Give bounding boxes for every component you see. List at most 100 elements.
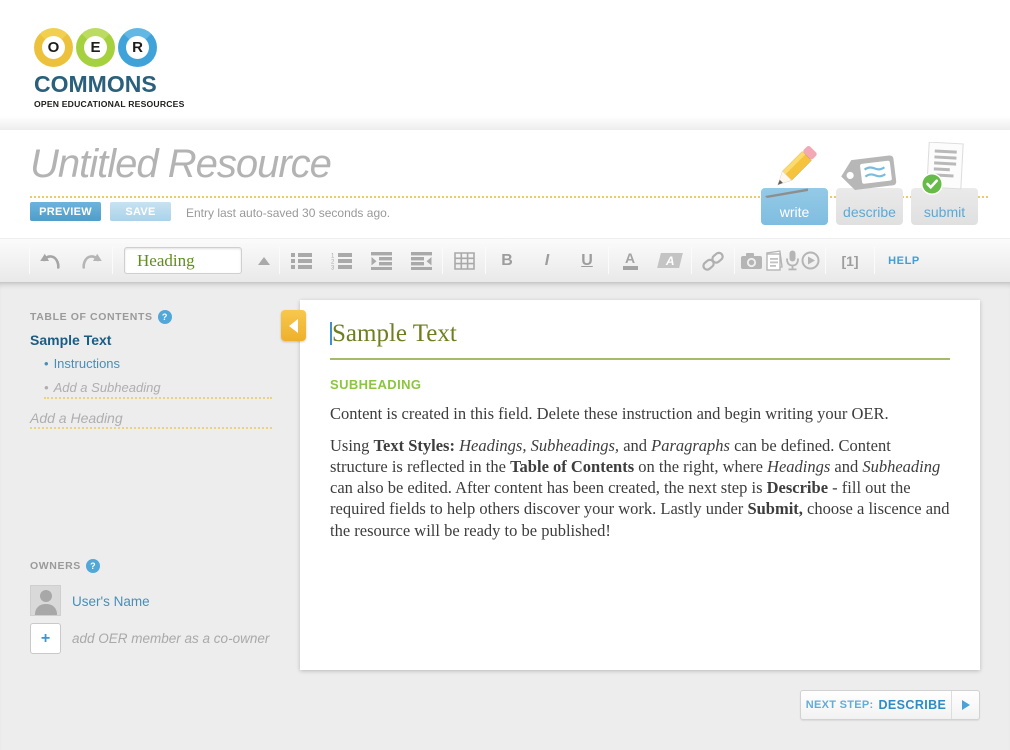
toolbar-separator [29, 247, 30, 274]
outdent-icon [411, 252, 432, 270]
text-style-dropdown[interactable]: Heading [124, 247, 242, 274]
toolbar-separator [874, 247, 875, 274]
logo-ring-r: R [118, 28, 157, 67]
text-styles-icon: A [657, 253, 683, 268]
next-step-label: NEXT STEP: DESCRIBE [801, 691, 951, 719]
logo-rings: O E R [34, 28, 174, 67]
add-co-owner-label: add OER member as a co-owner [72, 631, 269, 646]
site-header: O E R COMMONS OPEN EDUCATIONAL RESOURCES [0, 0, 1010, 130]
logo-tagline: OPEN EDUCATIONAL RESOURCES [34, 99, 174, 109]
text-style-dropdown-arrow[interactable] [250, 239, 278, 283]
text-color-icon: A [623, 252, 638, 270]
link-icon [702, 251, 724, 271]
owners-help-icon[interactable]: ? [86, 559, 100, 573]
toolbar-separator [734, 247, 735, 274]
triangle-right-icon [962, 700, 970, 710]
oer-commons-logo[interactable]: O E R COMMONS OPEN EDUCATIONAL RESOURCES [34, 28, 174, 109]
toolbar-separator [442, 247, 443, 274]
main-content-area: TABLE OF CONTENTS ? Sample Text Instruct… [0, 283, 1010, 750]
bullet-list-button[interactable] [281, 239, 321, 283]
logo-letter: O [48, 39, 60, 56]
editor-heading[interactable]: Sample Text [330, 320, 950, 360]
text-color-button[interactable]: A [610, 239, 650, 283]
indent-icon [371, 252, 392, 270]
toc-dotted-divider [30, 427, 272, 429]
play-video-icon [801, 251, 820, 270]
title-bar: Untitled Resource PREVIEW SAVE Entry las… [0, 130, 1010, 238]
undo-button[interactable] [31, 239, 71, 283]
toolbar-separator [691, 247, 692, 274]
redo-button[interactable] [71, 239, 111, 283]
toc-item-instructions[interactable]: Instructions [44, 356, 120, 371]
editor-panel[interactable]: Sample Text SUBHEADING Content is create… [300, 300, 980, 670]
outdent-button[interactable] [401, 239, 441, 283]
help-button[interactable]: HELP [876, 239, 932, 283]
editor-paragraph[interactable]: Using Text Styles: Headings, Subheadings… [330, 435, 950, 541]
editor-toolbar: Heading 1 2 3 [0, 238, 1010, 283]
owners-section-heading: OWNERS ? [30, 559, 100, 573]
save-button[interactable]: SAVE [110, 202, 171, 221]
toc-item-sample-text[interactable]: Sample Text [30, 332, 111, 348]
toolbar-separator [485, 247, 486, 274]
undo-icon [40, 253, 62, 269]
logo-ring-o: O [34, 28, 73, 67]
text-style-value: Heading [137, 251, 195, 271]
numbered-list-button[interactable]: 1 2 3 [321, 239, 361, 283]
editor-subheading[interactable]: SUBHEADING [330, 377, 950, 392]
owner-name-link[interactable]: User's Name [72, 594, 150, 609]
table-grid-icon [454, 252, 475, 270]
indent-button[interactable] [361, 239, 401, 283]
toolbar-separator [608, 247, 609, 274]
text-styles-button[interactable]: A [650, 239, 690, 283]
toc-heading-label: TABLE OF CONTENTS [30, 311, 153, 323]
next-step-button[interactable]: NEXT STEP: DESCRIBE [800, 690, 980, 720]
triangle-up-icon [258, 257, 270, 265]
next-step-arrow-segment[interactable] [951, 691, 979, 719]
svg-text:3: 3 [331, 265, 335, 270]
toc-section-heading: TABLE OF CONTENTS ? [30, 310, 172, 324]
owners-heading-label: OWNERS [30, 560, 81, 572]
toc-help-icon[interactable]: ? [158, 310, 172, 324]
logo-letter: E [90, 39, 100, 56]
underline-button[interactable]: U [567, 239, 607, 283]
toc-item-add-subheading[interactable]: Add a Subheading [44, 380, 161, 395]
italic-button[interactable]: I [527, 239, 567, 283]
pencil-icon [763, 145, 823, 201]
editor-paragraph[interactable]: Content is created in this field. Delete… [330, 403, 950, 424]
logo-ring-e: E [76, 28, 115, 67]
tag-icon [837, 151, 903, 195]
toc-item-add-heading[interactable]: Add a Heading [30, 410, 123, 426]
numbered-list-icon: 1 2 3 [331, 252, 352, 270]
collapse-sidebar-button[interactable] [281, 310, 306, 341]
logo-wordmark: COMMONS [34, 71, 174, 98]
triangle-left-icon [289, 319, 298, 333]
toolbar-separator [112, 247, 113, 274]
resource-title-input[interactable]: Untitled Resource [30, 142, 331, 187]
footnote-button[interactable]: [1] [827, 239, 873, 283]
insert-media-button[interactable] [736, 239, 824, 283]
tab-write-label: write [780, 204, 810, 220]
tab-submit-label: submit [924, 204, 965, 220]
camera-icon [740, 251, 763, 270]
bold-button[interactable]: B [487, 239, 527, 283]
owner-avatar [30, 585, 61, 616]
microphone-icon [785, 250, 800, 271]
submit-document-icon [919, 142, 971, 198]
documents-icon [764, 250, 784, 271]
next-step-prefix: NEXT STEP: [806, 699, 874, 711]
insert-table-button[interactable] [444, 239, 484, 283]
tab-describe[interactable]: describe [836, 188, 903, 225]
logo-letter: R [132, 39, 143, 56]
tab-write[interactable]: write [761, 188, 828, 225]
insert-link-button[interactable] [693, 239, 733, 283]
tab-describe-label: describe [843, 204, 896, 220]
tab-submit[interactable]: submit [911, 188, 978, 225]
workflow-step-tabs: write describe [761, 188, 978, 225]
header-shadow [0, 116, 1010, 130]
oer-open-author-page: O E R COMMONS OPEN EDUCATIONAL RESOURCES… [0, 0, 1010, 750]
toc-dotted-divider [44, 397, 272, 399]
preview-button[interactable]: PREVIEW [30, 202, 101, 221]
toolbar-separator [279, 247, 280, 274]
add-co-owner-button[interactable]: + [30, 623, 61, 654]
next-step-action: DESCRIBE [879, 698, 947, 712]
